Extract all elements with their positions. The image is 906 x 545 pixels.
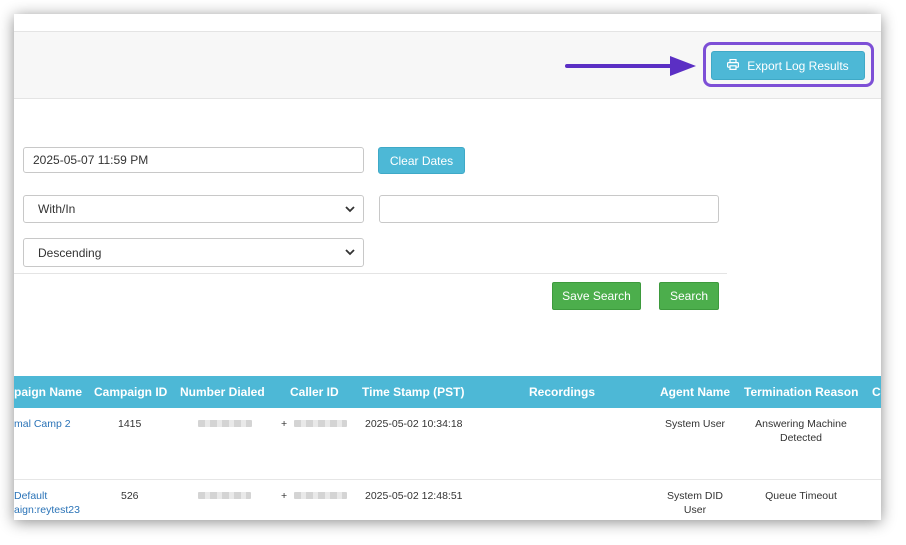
agent-name-line-2: User: [683, 504, 707, 516]
header-time-stamp[interactable]: Time Stamp (PST): [362, 376, 464, 408]
table-row: mal Camp 2 1415 + 2025-05-02 10:34:18 Sy…: [14, 408, 881, 478]
campaign-name-link[interactable]: mal Camp 2: [14, 417, 71, 431]
header-recordings[interactable]: Recordings: [529, 376, 595, 408]
campaign-name-link-line-2[interactable]: aign:reytest23: [14, 503, 80, 517]
campaign-id-cell: 1415: [118, 418, 142, 430]
timestamp-cell: 2025-05-02 12:48:51: [365, 490, 463, 502]
header-agent-name[interactable]: Agent Name: [660, 376, 730, 408]
number-dialed-redacted: [198, 420, 252, 427]
header-campaign-name[interactable]: paign Name: [14, 376, 82, 408]
form-divider: [14, 273, 727, 274]
end-date-value: 2025-05-07 11:59 PM: [33, 153, 149, 167]
search-button[interactable]: Search: [659, 282, 719, 310]
chevron-down-icon: [345, 249, 355, 256]
campaign-name-link[interactable]: Default: [14, 489, 47, 503]
caller-id-redacted: [294, 492, 347, 499]
end-date-input[interactable]: 2025-05-07 11:59 PM: [23, 147, 364, 173]
callout-highlight: [703, 42, 874, 87]
match-type-select[interactable]: With/In: [23, 195, 364, 223]
sort-order-value: Descending: [38, 245, 102, 260]
timestamp-cell: 2025-05-02 10:34:18: [365, 418, 463, 430]
agent-name-line-1: System DID: [666, 490, 723, 502]
header-campaign-id[interactable]: Campaign ID: [94, 376, 167, 408]
table-row: Default aign:reytest23 526 + 2025-05-02 …: [14, 479, 881, 520]
chevron-down-icon: [345, 206, 355, 213]
number-dialed-redacted: [198, 492, 251, 499]
app-window: Export Log Results 2025-05-07 11:59 PM C…: [14, 14, 881, 520]
header-number-dialed[interactable]: Number Dialed: [180, 376, 265, 408]
agent-name-cell: System User: [664, 418, 726, 430]
termination-reason-cell: Queue Timeout: [765, 490, 837, 502]
save-search-button[interactable]: Save Search: [552, 282, 641, 310]
caller-id-prefix: +: [281, 490, 288, 502]
header-caller-id[interactable]: Caller ID: [290, 376, 339, 408]
termination-reason-line-2: Detected: [779, 432, 823, 444]
campaign-id-cell: 526: [121, 490, 139, 502]
header-truncated-column[interactable]: C: [872, 376, 881, 408]
caller-id-redacted: [294, 420, 347, 427]
search-text-input[interactable]: [379, 195, 719, 223]
callout-arrow-icon: [565, 56, 696, 76]
termination-reason-line-1: Answering Machine: [755, 418, 847, 430]
header-termination-reason[interactable]: Termination Reason: [744, 376, 858, 408]
caller-id-prefix: +: [281, 418, 288, 430]
results-table-header: paign Name Campaign ID Number Dialed Cal…: [14, 376, 881, 408]
sort-order-select[interactable]: Descending: [23, 238, 364, 267]
clear-dates-button[interactable]: Clear Dates: [378, 147, 465, 174]
match-type-value: With/In: [38, 202, 76, 216]
